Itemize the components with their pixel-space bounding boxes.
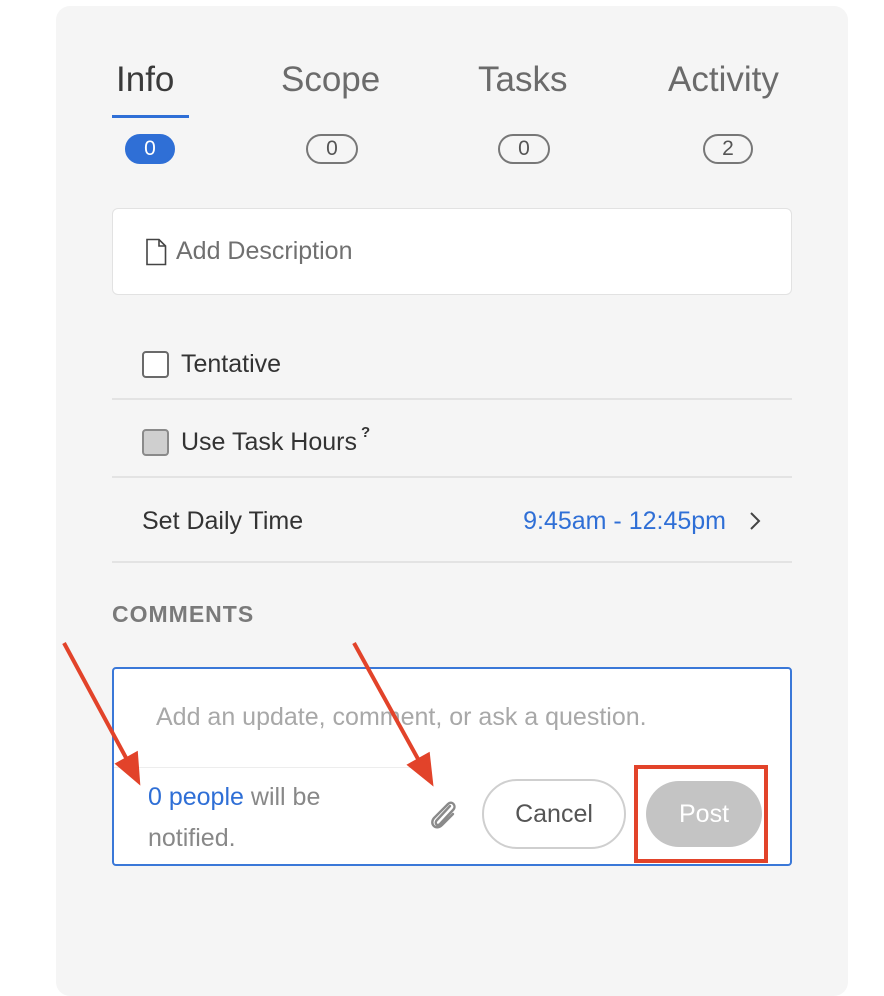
people-notified-link[interactable]: 0 people bbox=[148, 783, 244, 811]
use-task-hours-checkbox[interactable] bbox=[142, 428, 169, 456]
tab-tasks-count: 0 bbox=[498, 134, 550, 164]
help-icon[interactable]: ? bbox=[361, 424, 370, 441]
divider bbox=[114, 767, 414, 768]
tab-tasks[interactable]: Tasks bbox=[478, 60, 567, 100]
tab-info[interactable]: Info bbox=[116, 60, 174, 100]
tab-scope-count: 0 bbox=[306, 134, 358, 164]
divider bbox=[112, 476, 792, 478]
divider bbox=[112, 561, 792, 563]
divider bbox=[112, 398, 792, 400]
tab-activity-count: 2 bbox=[703, 134, 753, 164]
tentative-label: Tentative bbox=[181, 349, 282, 378]
add-description-field[interactable]: Add Description bbox=[112, 208, 792, 295]
notify-text: 0 people will be notified. bbox=[148, 777, 388, 859]
tentative-row: Tentative bbox=[112, 347, 792, 381]
comment-input[interactable]: Add an update, comment, or ask a questio… bbox=[156, 703, 776, 732]
comments-heading: COMMENTS bbox=[112, 601, 255, 627]
document-icon bbox=[146, 238, 167, 265]
use-task-hours-label: Use Task Hours bbox=[181, 427, 357, 456]
set-daily-time-label: Set Daily Time bbox=[142, 506, 304, 535]
tab-activity[interactable]: Activity bbox=[668, 60, 779, 100]
use-task-hours-row: Use Task Hours ? bbox=[112, 424, 792, 459]
daily-time-value[interactable]: 9:45am - 12:45pm bbox=[523, 507, 726, 536]
active-tab-indicator bbox=[112, 115, 189, 118]
annotation-highlight-box bbox=[634, 765, 768, 863]
tab-info-count: 0 bbox=[125, 134, 175, 164]
cancel-button[interactable]: Cancel bbox=[482, 779, 626, 849]
tab-scope[interactable]: Scope bbox=[281, 60, 380, 100]
chevron-right-icon[interactable] bbox=[748, 510, 762, 532]
add-description-placeholder: Add Description bbox=[176, 237, 353, 265]
paperclip-icon[interactable] bbox=[426, 797, 460, 833]
set-daily-time-row[interactable]: Set Daily Time 9:45am - 12:45pm bbox=[112, 504, 792, 538]
tentative-checkbox[interactable] bbox=[142, 350, 169, 378]
